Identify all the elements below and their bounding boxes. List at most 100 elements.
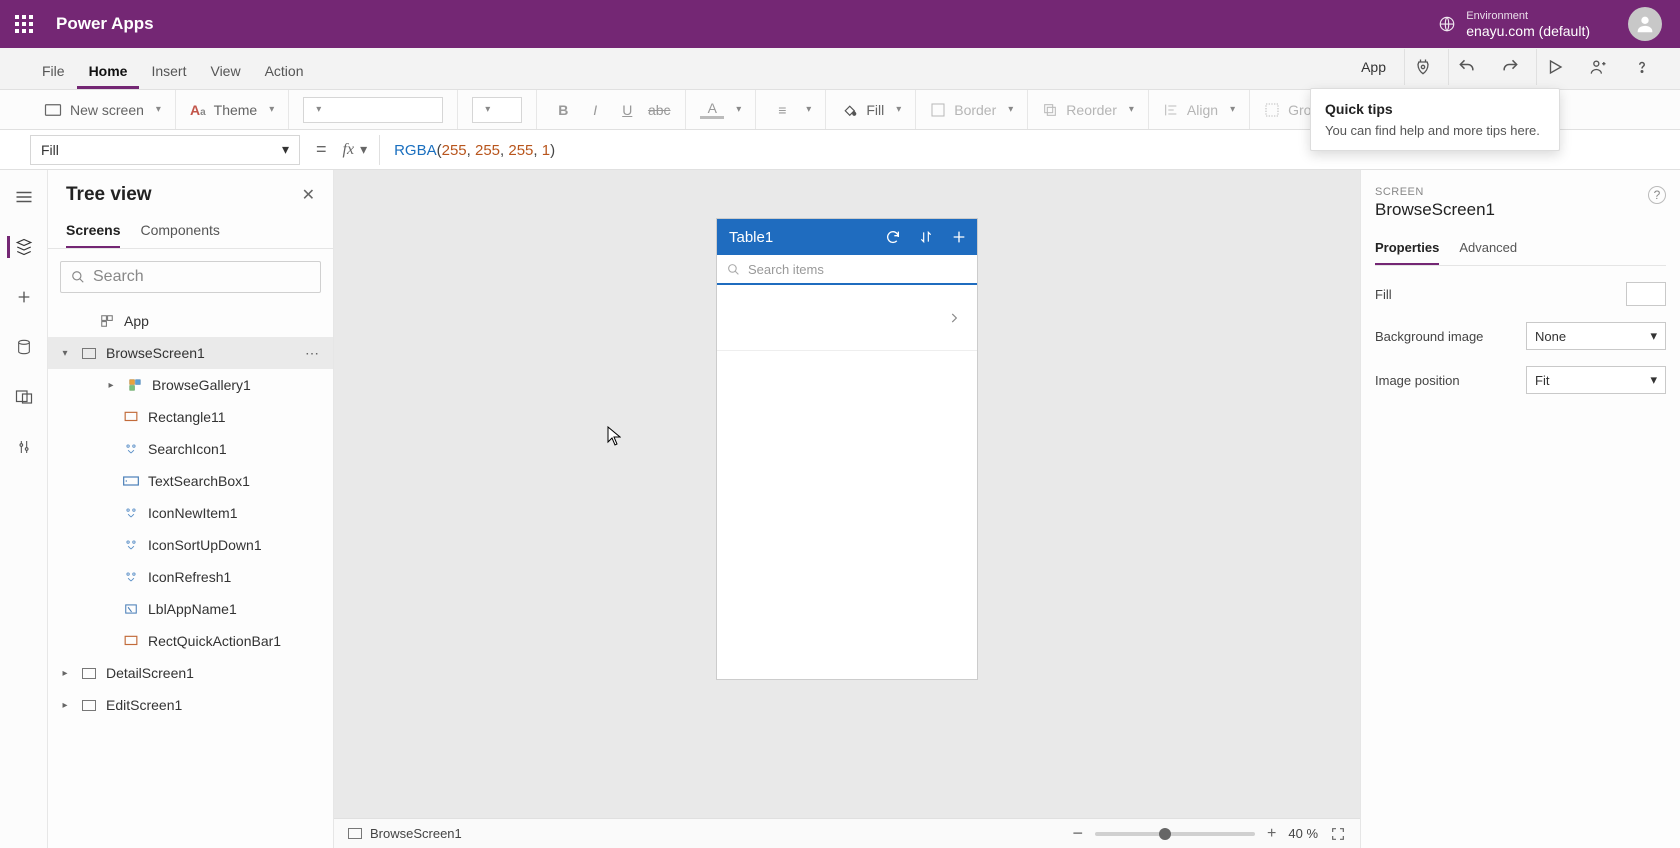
props-tab-properties[interactable]: Properties bbox=[1375, 232, 1439, 265]
screen-icon bbox=[80, 348, 98, 359]
ribbon-tab-home[interactable]: Home bbox=[77, 53, 140, 89]
icon-control-icon bbox=[122, 506, 140, 520]
textbox-icon bbox=[122, 475, 140, 487]
expand-icon[interactable]: ▸ bbox=[58, 700, 72, 711]
phone-search-row[interactable]: Search items bbox=[717, 255, 977, 285]
app-checker-button[interactable] bbox=[1404, 49, 1440, 85]
zoom-slider[interactable] bbox=[1095, 832, 1255, 836]
app-launcher-button[interactable] bbox=[0, 0, 48, 48]
user-avatar[interactable] bbox=[1628, 7, 1662, 41]
tree-item-browsescreen1[interactable]: ▾ BrowseScreen1 ⋯ bbox=[48, 337, 333, 369]
screen-icon bbox=[80, 700, 98, 711]
rail-advanced-tools[interactable] bbox=[10, 436, 38, 458]
ribbon-tab-file[interactable]: File bbox=[30, 53, 77, 89]
tree-tab-components[interactable]: Components bbox=[140, 214, 219, 248]
phone-header: Table1 bbox=[717, 219, 977, 255]
theme-button[interactable]: Theme bbox=[214, 102, 258, 118]
tree-close-button[interactable]: ✕ bbox=[302, 185, 315, 205]
tree-tab-screens[interactable]: Screens bbox=[66, 214, 120, 248]
tree-search-input[interactable]: Search bbox=[60, 261, 321, 293]
canvas-area[interactable]: Table1 Search items BrowseScreen1 bbox=[334, 170, 1360, 848]
tree-item-rectangle11[interactable]: Rectangle11 bbox=[48, 401, 333, 433]
tree-item-app[interactable]: App bbox=[48, 305, 333, 337]
strikethrough-button[interactable]: abc bbox=[647, 102, 671, 118]
rail-data[interactable] bbox=[10, 336, 38, 358]
prop-imgpos-select[interactable]: Fit▾ bbox=[1526, 366, 1666, 394]
underline-button[interactable]: U bbox=[615, 102, 639, 118]
formula-input[interactable]: RGBA(255, 255, 255, 1) bbox=[380, 141, 555, 159]
tree-view-title: Tree view bbox=[66, 184, 152, 206]
left-rail bbox=[0, 170, 48, 848]
environment-icon bbox=[1438, 15, 1456, 33]
font-size-select[interactable]: ▾ bbox=[472, 97, 522, 123]
screen-icon bbox=[348, 828, 362, 839]
bold-button[interactable]: B bbox=[551, 102, 575, 118]
screen-icon bbox=[80, 668, 98, 679]
font-color-button[interactable]: A bbox=[700, 100, 724, 119]
phone-preview[interactable]: Table1 Search items bbox=[717, 219, 977, 679]
icon-control-icon bbox=[122, 442, 140, 456]
play-button[interactable] bbox=[1536, 49, 1572, 85]
ribbon-tab-view[interactable]: View bbox=[198, 53, 252, 89]
tree-item-detailscreen1[interactable]: ▸ DetailScreen1 bbox=[48, 657, 333, 689]
zoom-out-button[interactable]: − bbox=[1072, 823, 1083, 844]
tree-item-textsearchbox1[interactable]: TextSearchBox1 bbox=[48, 465, 333, 497]
prop-fill-swatch[interactable] bbox=[1626, 282, 1666, 306]
rail-hamburger[interactable] bbox=[10, 186, 38, 208]
property-selector[interactable]: Fill▾ bbox=[30, 135, 300, 165]
rail-insert[interactable] bbox=[10, 286, 38, 308]
rail-tree-view[interactable] bbox=[7, 236, 35, 258]
ribbon-tab-action[interactable]: Action bbox=[253, 53, 316, 89]
props-kicker: SCREEN bbox=[1375, 186, 1495, 198]
tree-item-iconnewitem1[interactable]: IconNewItem1 bbox=[48, 497, 333, 529]
tree-item-iconrefresh1[interactable]: IconRefresh1 bbox=[48, 561, 333, 593]
fill-button[interactable]: Fill bbox=[866, 102, 884, 118]
props-help-button[interactable]: ? bbox=[1648, 186, 1666, 204]
rail-media[interactable] bbox=[10, 386, 38, 408]
expand-icon[interactable]: ▸ bbox=[58, 668, 72, 679]
ribbon-tab-insert[interactable]: Insert bbox=[139, 53, 198, 89]
gallery-icon bbox=[126, 378, 144, 392]
tree-search-placeholder: Search bbox=[93, 268, 144, 286]
new-screen-icon bbox=[44, 103, 62, 117]
reorder-icon bbox=[1042, 102, 1058, 118]
fit-to-window-button[interactable] bbox=[1330, 826, 1346, 842]
tree-item-more-button[interactable]: ⋯ bbox=[305, 345, 321, 362]
fx-button[interactable]: fx▾ bbox=[343, 135, 381, 165]
tree-item-iconsortupdown1[interactable]: IconSortUpDown1 bbox=[48, 529, 333, 561]
tree-item-editscreen1[interactable]: ▸ EditScreen1 bbox=[48, 689, 333, 721]
font-family-select[interactable]: ▾ bbox=[303, 97, 443, 123]
border-icon bbox=[930, 102, 946, 118]
main-area: Tree view ✕ Screens Components Search Ap… bbox=[0, 170, 1680, 848]
reorder-button[interactable]: Reorder bbox=[1066, 102, 1117, 118]
quick-tips-popover: Quick tips You can find help and more ti… bbox=[1310, 88, 1560, 151]
expand-icon[interactable]: ▾ bbox=[58, 348, 72, 359]
new-screen-button[interactable]: New screen bbox=[70, 102, 144, 118]
tree-item-browsegallery1[interactable]: ▸ BrowseGallery1 bbox=[48, 369, 333, 401]
border-button[interactable]: Border bbox=[954, 102, 996, 118]
text-align-button[interactable]: ≡ bbox=[770, 102, 794, 118]
refresh-icon[interactable] bbox=[885, 229, 901, 245]
expand-icon[interactable]: ▸ bbox=[104, 380, 118, 391]
help-button[interactable] bbox=[1624, 49, 1660, 85]
italic-button[interactable]: I bbox=[583, 102, 607, 118]
tree-item-lblappname1[interactable]: LblAppName1 bbox=[48, 593, 333, 625]
gallery-row[interactable] bbox=[717, 285, 977, 351]
zoom-value: 40 bbox=[1288, 826, 1302, 841]
tree-view-panel: Tree view ✕ Screens Components Search Ap… bbox=[48, 170, 334, 848]
zoom-in-button[interactable]: + bbox=[1267, 825, 1276, 843]
environment-picker[interactable]: Environment enayu.com (default) bbox=[1420, 9, 1608, 40]
tree-item-rectquickactionbar1[interactable]: RectQuickActionBar1 bbox=[48, 625, 333, 657]
redo-button[interactable] bbox=[1492, 49, 1528, 85]
tree-item-searchicon1[interactable]: SearchIcon1 bbox=[48, 433, 333, 465]
align-button[interactable]: Align bbox=[1187, 102, 1218, 118]
prop-imgpos-label: Image position bbox=[1375, 373, 1526, 388]
props-tab-advanced[interactable]: Advanced bbox=[1459, 232, 1517, 265]
share-button[interactable] bbox=[1580, 49, 1616, 85]
app-settings-link[interactable]: App bbox=[1351, 53, 1396, 81]
icon-control-icon bbox=[122, 538, 140, 552]
add-icon[interactable] bbox=[951, 229, 967, 245]
undo-button[interactable] bbox=[1448, 49, 1484, 85]
sort-icon[interactable] bbox=[919, 229, 933, 245]
prop-bgimage-select[interactable]: None▾ bbox=[1526, 322, 1666, 350]
